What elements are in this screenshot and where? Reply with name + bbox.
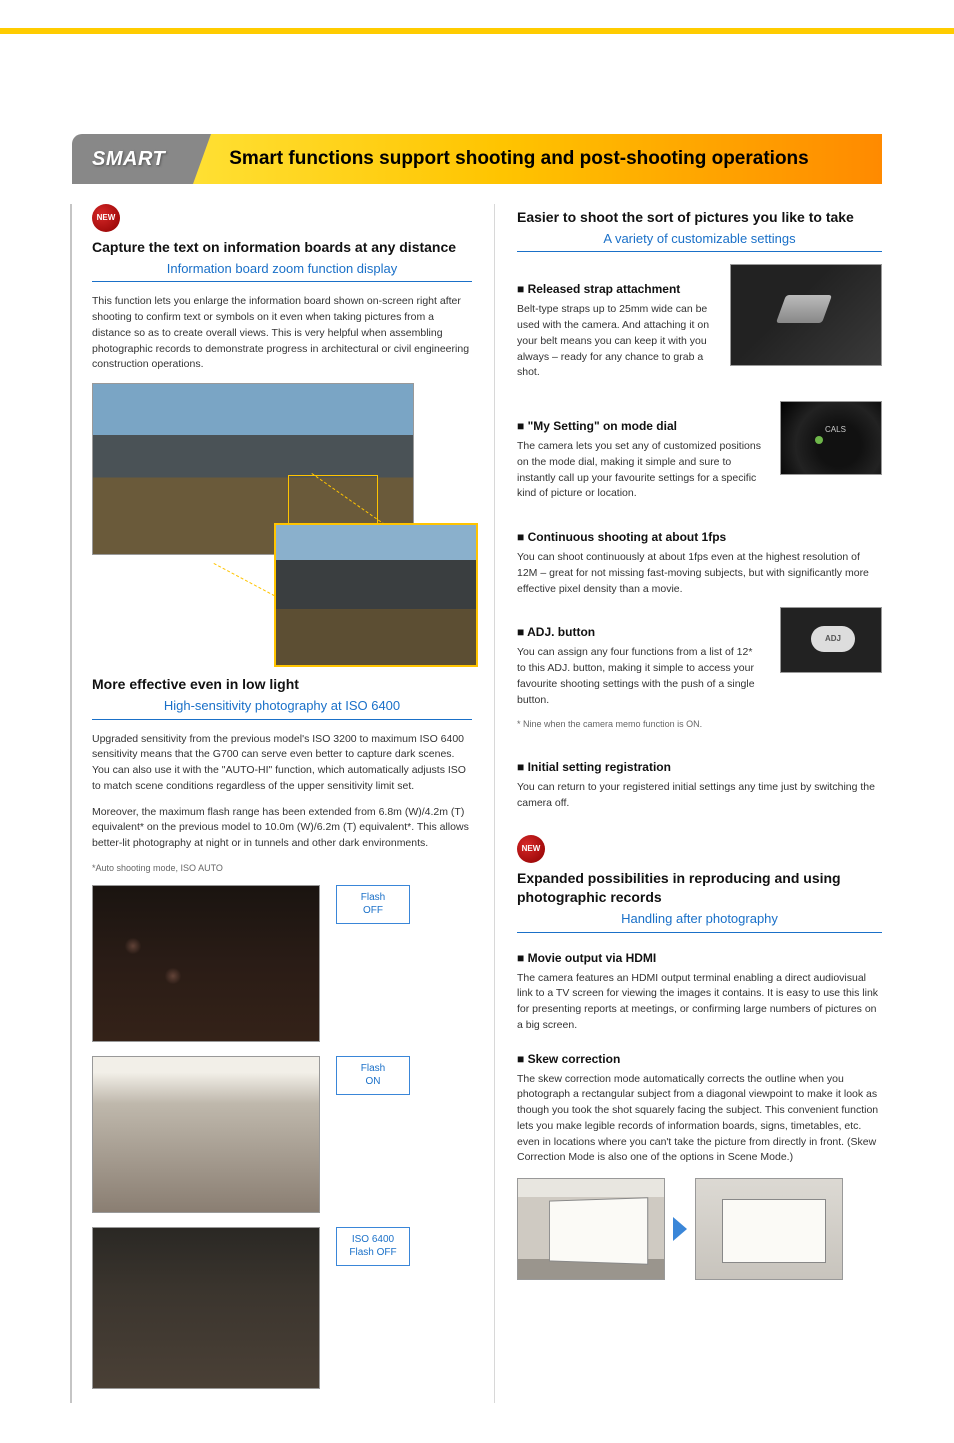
whiteboard-before-photo [517, 1178, 665, 1280]
feature-title: More effective even in low light [92, 675, 472, 694]
feature-subtitle: Handling after photography [517, 909, 882, 933]
content-wrap: NEW Capture the text on information boar… [70, 204, 882, 1403]
section-banner: Smart functions support shooting and pos… [193, 134, 882, 184]
section-tab: SMART [72, 134, 193, 184]
strap-photo [730, 264, 882, 366]
section-header: SMART Smart functions support shooting a… [72, 134, 882, 184]
feature-title: Expanded possibilities in reproducing an… [517, 869, 882, 907]
footnote: *Auto shooting mode, ISO AUTO [92, 862, 472, 876]
body-text: Belt-type straps up to 25mm wide can be … [517, 302, 714, 381]
body-text: The skew correction mode automatically c… [517, 1072, 882, 1167]
feature-title: Easier to shoot the sort of pictures you… [517, 208, 882, 227]
footnote: * Nine when the camera memo function is … [517, 718, 764, 732]
sub-heading: ■ Initial setting registration [517, 758, 882, 776]
body-text: Upgraded sensitivity from the previous m… [92, 732, 472, 795]
feature-subtitle: A variety of customizable settings [517, 229, 882, 253]
sub-heading: ■ Released strap attachment [517, 280, 714, 298]
body-text: You can assign any four functions from a… [517, 645, 764, 708]
body-text: The camera lets you set any of customize… [517, 439, 764, 502]
sub-heading: ■ Skew correction [517, 1050, 882, 1068]
whiteboard-after-photo [695, 1178, 843, 1280]
sample-photo-iso6400 [92, 1227, 320, 1389]
sample-row: ISO 6400 Flash OFF [92, 1227, 472, 1389]
sub-heading: ■ ADJ. button [517, 623, 764, 641]
mode-dial-photo [780, 401, 882, 475]
sample-row: Flash ON [92, 1056, 472, 1213]
sub-heading: ■ Continuous shooting at about 1fps [517, 528, 882, 546]
body-text: This function lets you enlarge the infor… [92, 294, 472, 373]
feature-title: Capture the text on information boards a… [92, 238, 472, 257]
adj-button-photo [780, 607, 882, 673]
sample-photo-flash-on [92, 1056, 320, 1213]
new-badge: NEW [92, 204, 120, 232]
sample-label: Flash ON [336, 1056, 410, 1095]
feature-subtitle: High-sensitivity photography at ISO 6400 [92, 696, 472, 720]
left-column: NEW Capture the text on information boar… [92, 204, 495, 1403]
sample-label: Flash OFF [336, 885, 410, 924]
sub-heading: ■ Movie output via HDMI [517, 949, 882, 967]
body-text: You can shoot continuously at about 1fps… [517, 550, 882, 597]
right-column: Easier to shoot the sort of pictures you… [495, 204, 882, 1403]
arrow-right-icon [673, 1217, 687, 1241]
body-text: You can return to your registered initia… [517, 780, 882, 812]
body-text: The camera features an HDMI output termi… [517, 971, 882, 1034]
sub-heading: ■ "My Setting" on mode dial [517, 417, 764, 435]
columns: NEW Capture the text on information boar… [92, 204, 882, 1403]
feature-subtitle: Information board zoom function display [92, 259, 472, 283]
body-text: Moreover, the maximum flash range has be… [92, 805, 472, 852]
zoom-illustration [92, 383, 472, 653]
sample-label: ISO 6400 Flash OFF [336, 1227, 410, 1266]
skew-correction-illustration [517, 1178, 882, 1280]
sample-photo-flash-off [92, 885, 320, 1042]
sample-row: Flash OFF [92, 885, 472, 1042]
new-badge: NEW [517, 835, 545, 863]
construction-zoom-photo [274, 523, 478, 667]
page-content: SMART Smart functions support shooting a… [0, 34, 954, 1443]
